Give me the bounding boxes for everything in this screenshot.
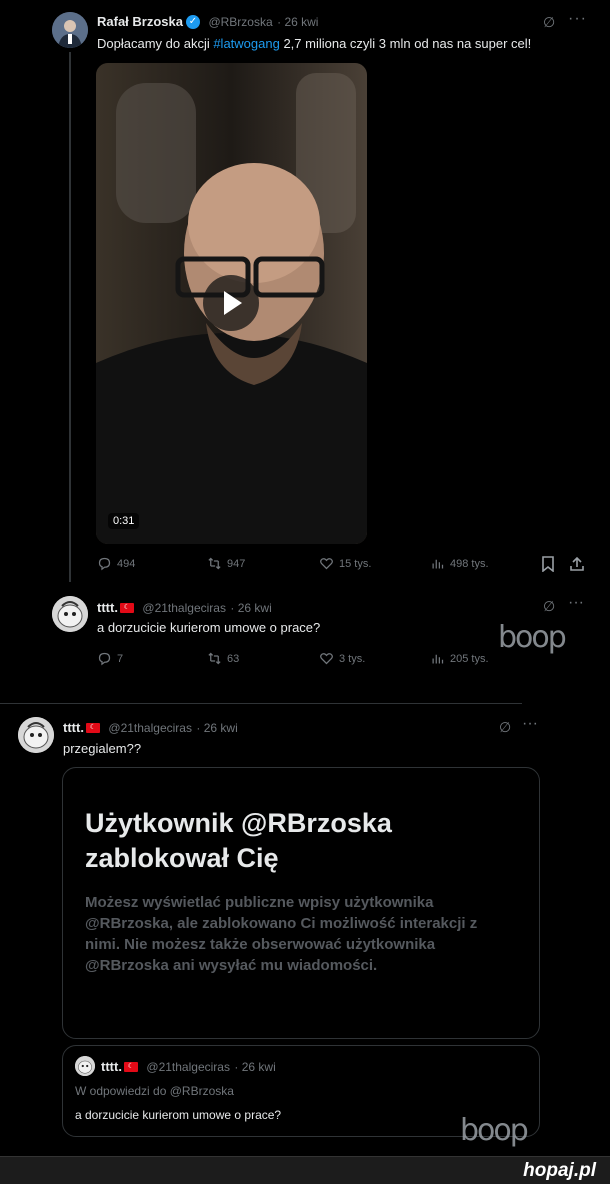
heart-icon [320, 558, 333, 570]
play-button[interactable] [203, 275, 259, 331]
views-button[interactable]: 498 tys. [430, 556, 489, 571]
views-button[interactable]: 205 tys. [430, 651, 489, 666]
views-count: 498 tys. [450, 557, 489, 570]
like-count: 15 tys. [339, 557, 372, 570]
thread-line [69, 52, 71, 582]
play-icon [224, 291, 242, 315]
reply-button[interactable]: 7 [97, 651, 123, 666]
tweet-quote[interactable]: tttt. ☾ @21thalgeciras · 26 kwi ∅ ··· prz… [0, 705, 610, 1150]
footer-bar: hopaj.pl [0, 1156, 610, 1184]
tweet-text: przegialem?? [63, 741, 142, 756]
verified-badge-icon: ✓ [185, 14, 200, 29]
reply-icon [98, 652, 111, 666]
reply-count: 7 [117, 652, 124, 665]
like-button[interactable]: 15 tys. [319, 556, 371, 571]
views-icon [432, 654, 444, 664]
quote-text: a dorzucicie kurierom umowe o prace? [75, 1108, 282, 1122]
flag-icon: ☾ [85, 722, 100, 733]
avatar[interactable] [52, 12, 88, 48]
author-name[interactable]: tttt. [97, 600, 118, 615]
like-count: 3 tys. [339, 652, 366, 665]
boop-watermark: boop [460, 1113, 529, 1148]
views-count: 205 tys. [450, 652, 489, 665]
separator-dot: · [230, 601, 238, 615]
author-handle[interactable]: @21thalgeciras [142, 601, 226, 615]
grok-icon[interactable]: ∅ [499, 719, 511, 736]
repost-count: 63 [227, 652, 240, 665]
tweet-date[interactable]: 26 kwi [238, 601, 272, 615]
quote-date[interactable]: 26 kwi [242, 1060, 276, 1074]
repost-button[interactable]: 947 [207, 556, 245, 571]
grok-icon[interactable]: ∅ [543, 14, 555, 31]
author-name[interactable]: tttt. [63, 720, 84, 735]
share-icon[interactable] [569, 556, 585, 577]
repost-button[interactable]: 63 [207, 651, 239, 666]
more-options-icon[interactable]: ··· [522, 715, 538, 733]
repost-count: 947 [227, 557, 246, 570]
separator-dot: · [196, 721, 204, 735]
views-icon [432, 559, 444, 569]
flag-icon: ☾ [119, 602, 134, 613]
tweet-date[interactable]: 26 kwi [204, 721, 238, 735]
reply-count: 494 [117, 557, 136, 570]
tweet-main[interactable]: Rafał Brzoska ✓ @RBrzoska · 26 kwi ∅ ··· … [0, 0, 610, 590]
screenshot-divider [0, 703, 522, 704]
heart-icon [320, 653, 333, 665]
separator-dot: · [234, 1060, 242, 1074]
reply-button[interactable]: 494 [97, 556, 135, 571]
like-button[interactable]: 3 tys. [319, 651, 365, 666]
video-player[interactable]: 0:31 [96, 63, 367, 544]
tweet-text: a dorzucicie kurierom umowe o prace? [97, 620, 321, 635]
video-duration: 0:31 [108, 513, 140, 529]
site-watermark[interactable]: hopaj.pl [523, 1160, 596, 1182]
avatar[interactable] [18, 717, 54, 753]
boop-watermark: boop [498, 620, 567, 655]
more-options-icon[interactable]: ··· [568, 10, 587, 28]
author-handle[interactable]: @21thalgeciras [108, 721, 192, 735]
avatar[interactable] [75, 1056, 95, 1076]
blocked-body: Możesz wyświetlać publiczne wpisy użytko… [85, 894, 478, 974]
grok-icon[interactable]: ∅ [543, 598, 555, 615]
repost-icon [208, 557, 221, 570]
tweet-text: Dopłacamy do akcji #latwogang 2,7 milion… [97, 36, 532, 51]
flag-icon: ☾ [123, 1061, 138, 1072]
quote-author-name[interactable]: tttt. [101, 1059, 122, 1074]
blocked-title: Użytkownik @RBrzoska zablokował Cię [85, 808, 392, 873]
repost-icon [208, 652, 221, 665]
tweet-date[interactable]: 26 kwi [284, 15, 318, 29]
avatar[interactable] [52, 596, 88, 632]
bookmark-icon[interactable] [541, 556, 555, 577]
author-name[interactable]: Rafał Brzoska [97, 14, 183, 29]
more-options-icon[interactable]: ··· [568, 594, 584, 612]
tweet-reply[interactable]: tttt. ☾ @21thalgeciras · 26 kwi ∅ ··· a d… [0, 590, 610, 690]
reply-to-label[interactable]: W odpowiedzi do @RBrzoska [75, 1084, 234, 1098]
quote-author-handle[interactable]: @21thalgeciras [146, 1060, 230, 1074]
hashtag-link[interactable]: #latwogang [213, 36, 280, 51]
author-handle[interactable]: @RBrzoska [208, 15, 272, 29]
reply-icon [98, 557, 111, 571]
blocked-screenshot-card[interactable]: Użytkownik @RBrzoska zablokował Cię Może… [62, 767, 540, 1039]
